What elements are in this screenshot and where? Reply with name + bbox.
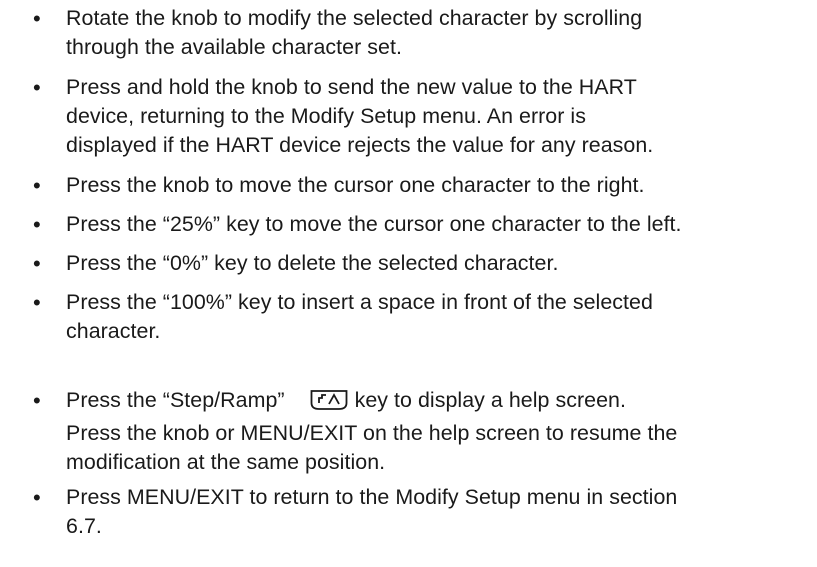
bullet-icon: • [33, 6, 41, 31]
text-line: Press the “0%” key to delete the selecte… [66, 251, 559, 275]
bullet-icon: • [33, 251, 41, 276]
text-before-key: Press the “Step/Ramp” [66, 388, 285, 412]
text-line: Press MENU/EXIT to return to the Modify … [66, 485, 678, 509]
bullet-icon: • [33, 388, 41, 413]
list-item-text: Press the “100%” key to insert a space i… [66, 288, 806, 346]
list-item-text: Press and hold the knob to send the new … [66, 73, 806, 160]
bullet-icon: • [33, 173, 41, 198]
list-item-text: Press the knob to move the cursor one ch… [66, 171, 806, 200]
list-item-text: Press the “Step/Ramp” key to display a h… [66, 386, 806, 477]
text-line: through the available character set. [66, 35, 402, 59]
list-item-text: Rotate the knob to modify the selected c… [66, 4, 806, 62]
text-line: Press the “Step/Ramp” key to display a h… [66, 386, 806, 419]
text-line: character. [66, 319, 161, 343]
list-item-text: Press the “0%” key to delete the selecte… [66, 249, 806, 278]
instruction-document: • Rotate the knob to modify the selected… [0, 0, 817, 567]
step-ramp-key-icon [309, 389, 349, 419]
text-line: modification at the same position. [66, 450, 386, 474]
bullet-icon: • [33, 290, 41, 315]
list-item-text: Press MENU/EXIT to return to the Modify … [66, 483, 806, 541]
text-after-key: key to display a help screen. [354, 388, 626, 412]
bullet-icon: • [33, 75, 41, 100]
text-line: Press and hold the knob to send the new … [66, 75, 637, 99]
text-line: Press the knob to move the cursor one ch… [66, 173, 645, 197]
text-line: Press the “25%” key to move the cursor o… [66, 212, 682, 236]
text-line: device, returning to the Modify Setup me… [66, 104, 586, 128]
text-line: Rotate the knob to modify the selected c… [66, 6, 643, 30]
bullet-icon: • [33, 485, 41, 510]
bullet-icon: • [33, 212, 41, 237]
text-line: Press the “100%” key to insert a space i… [66, 290, 653, 314]
list-item-text: Press the “25%” key to move the cursor o… [66, 210, 806, 239]
text-line: 6.7. [66, 514, 102, 538]
text-line: Press the knob or MENU/EXIT on the help … [66, 421, 678, 445]
text-line: displayed if the HART device rejects the… [66, 133, 654, 157]
